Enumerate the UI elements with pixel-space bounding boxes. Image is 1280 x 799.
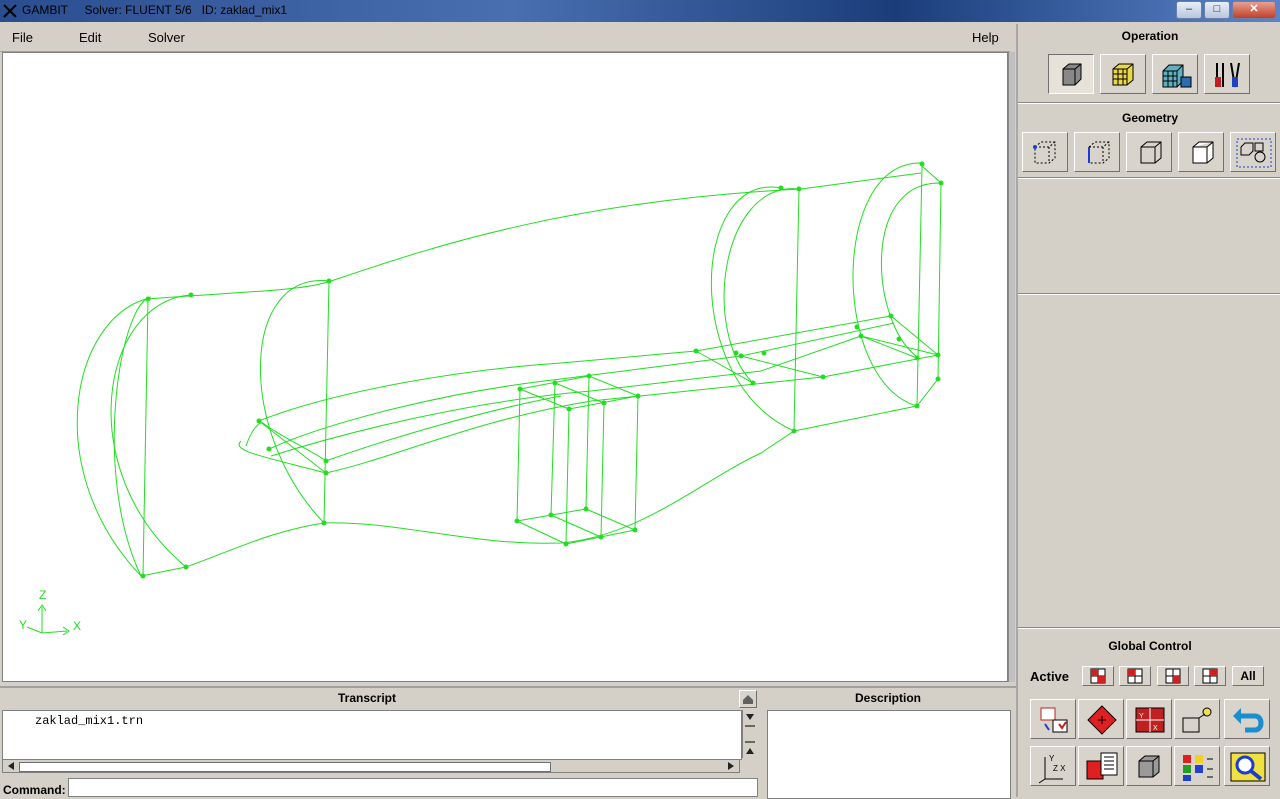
command-input[interactable] xyxy=(68,778,758,797)
svg-text:Y: Y xyxy=(1049,754,1055,763)
close-button[interactable]: ✕ xyxy=(1232,1,1276,19)
color-palette-icon xyxy=(1086,752,1118,780)
description-area xyxy=(767,710,1011,799)
right-panel: Operation Geometry Global Control Active xyxy=(1016,24,1280,797)
tools-icon xyxy=(1215,62,1240,88)
menu-bar: File Edit Solver Help xyxy=(0,24,1010,52)
lights-icon xyxy=(1182,707,1212,733)
maximize-button[interactable]: □ xyxy=(1204,1,1230,19)
command-label: Command: xyxy=(3,783,66,797)
active-view-4-button[interactable] xyxy=(1194,666,1226,686)
group-icon xyxy=(1236,138,1272,168)
volume-icon xyxy=(1192,141,1214,164)
undo-button[interactable] xyxy=(1224,699,1270,739)
display-attributes-icon xyxy=(1183,755,1213,781)
undo-arrow-icon xyxy=(1233,708,1264,733)
geometry-operation-button[interactable] xyxy=(1048,54,1094,94)
house-icon xyxy=(743,695,753,704)
modify-lights-button[interactable] xyxy=(1174,699,1220,739)
scrollbar-thumb[interactable] xyxy=(19,762,551,772)
zones-operation-button[interactable] xyxy=(1152,54,1198,94)
zones-cube-icon xyxy=(1162,64,1192,88)
title-bar: GAMBIT Solver: FLUENT 5/6 ID: zaklad_mix… xyxy=(0,0,1280,22)
active-all-button[interactable]: All xyxy=(1232,666,1264,686)
global-control-title: Global Control xyxy=(1108,639,1192,653)
menu-edit[interactable]: Edit xyxy=(79,30,101,45)
svg-text:X: X xyxy=(1153,725,1158,732)
volume-button[interactable] xyxy=(1178,132,1224,172)
active-label: Active xyxy=(1030,669,1070,684)
geometry-wireframe xyxy=(26,161,944,636)
graphics-viewport[interactable]: Z Y X xyxy=(2,52,1008,682)
face-icon xyxy=(1140,141,1162,164)
scroll-arrows-icon xyxy=(745,714,755,754)
orient-model-button[interactable]: YX xyxy=(1126,699,1172,739)
specify-display-attributes-button[interactable] xyxy=(1174,746,1220,786)
transcript-title: Transcript xyxy=(337,691,397,705)
menu-help[interactable]: Help xyxy=(972,30,999,45)
vertex-button[interactable] xyxy=(1022,132,1068,172)
orient-axes-icon: YX xyxy=(1135,707,1165,733)
axis-z-label: Z xyxy=(39,588,47,602)
view-quadrant-3-icon xyxy=(1165,668,1181,684)
operation-title: Operation xyxy=(1121,29,1179,43)
zoom-button[interactable] xyxy=(1224,746,1270,786)
fit-window-icon xyxy=(1040,707,1068,733)
axis-x-label: X xyxy=(73,619,82,633)
active-view-1-button[interactable] xyxy=(1082,666,1114,686)
transcript-expand-button[interactable] xyxy=(739,690,757,708)
minimize-button[interactable]: – xyxy=(1176,1,1202,19)
transcript-area[interactable]: zaklad_mix1.trn xyxy=(2,710,742,760)
menu-file[interactable]: File xyxy=(12,30,33,45)
specify-color-button[interactable] xyxy=(1078,746,1124,786)
render-model-button[interactable] xyxy=(1126,746,1172,786)
group-button[interactable] xyxy=(1230,132,1276,172)
geometry-cube-icon xyxy=(1062,63,1082,86)
mesh-operation-button[interactable] xyxy=(1100,54,1146,94)
description-title: Description xyxy=(854,691,921,705)
fit-to-window-button[interactable] xyxy=(1030,699,1076,739)
view-quadrant-1-icon xyxy=(1090,668,1106,684)
tools-operation-button[interactable] xyxy=(1204,54,1250,94)
transcript-vertical-scrollbar[interactable] xyxy=(742,710,757,758)
window-title: GAMBIT Solver: FLUENT 5/6 ID: zaklad_mix… xyxy=(22,3,288,17)
gambit-logo-icon xyxy=(3,4,17,18)
scroll-right-icon xyxy=(728,762,734,770)
edge-icon xyxy=(1088,141,1110,164)
transcript-line: zaklad_mix1.trn xyxy=(35,714,144,728)
view-quadrant-2-icon xyxy=(1127,668,1143,684)
svg-text:Z X: Z X xyxy=(1053,764,1066,773)
face-button[interactable] xyxy=(1126,132,1172,172)
geometry-title: Geometry xyxy=(1121,111,1179,125)
svg-text:Y: Y xyxy=(1139,713,1144,720)
active-view-3-button[interactable] xyxy=(1157,666,1189,686)
mesh-cube-icon xyxy=(1112,63,1134,86)
describe-connectivity-button[interactable]: YZ X xyxy=(1030,746,1076,786)
transcript-horizontal-scrollbar[interactable] xyxy=(2,759,740,773)
select-pivot-button[interactable] xyxy=(1078,699,1124,739)
viewport-resize-bar[interactable] xyxy=(1008,52,1015,682)
axis-y-label: Y xyxy=(19,618,28,632)
active-view-2-button[interactable] xyxy=(1119,666,1151,686)
axes-triad-icon: YZ X xyxy=(1038,754,1066,784)
vertex-icon xyxy=(1033,141,1056,164)
pivot-diamond-icon xyxy=(1087,705,1117,735)
menu-solver[interactable]: Solver xyxy=(148,30,185,45)
magnifier-icon xyxy=(1230,752,1266,782)
view-quadrant-4-icon xyxy=(1202,668,1218,684)
scroll-left-icon xyxy=(8,762,14,770)
edge-button[interactable] xyxy=(1074,132,1120,172)
shaded-cube-icon xyxy=(1138,755,1160,778)
